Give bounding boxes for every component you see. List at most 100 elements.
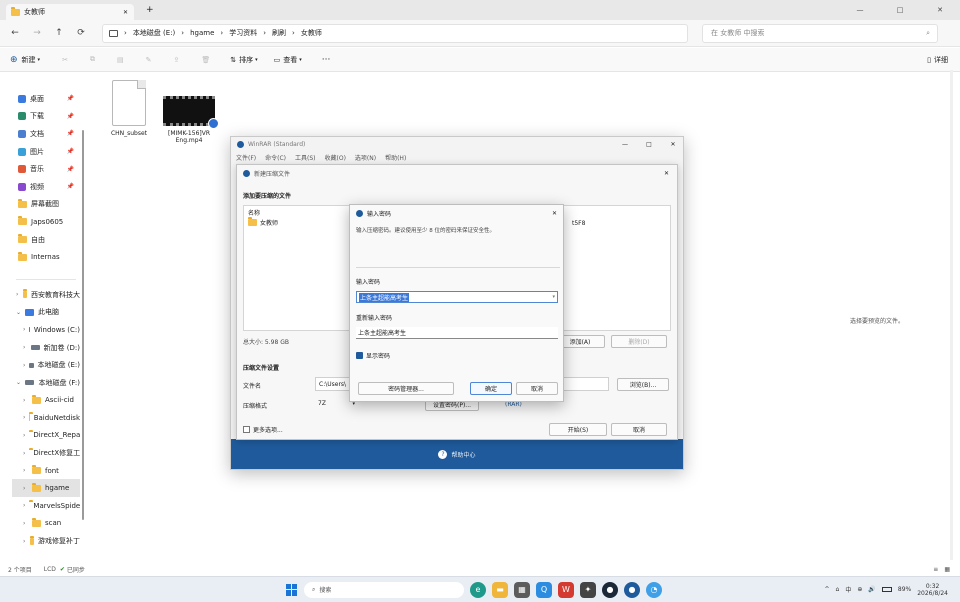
tab-active[interactable]: 女教师 ✕ bbox=[6, 4, 134, 20]
sidebar-item[interactable]: 桌面 📌 bbox=[12, 90, 80, 108]
sort-button[interactable]: 排序 bbox=[239, 55, 253, 65]
list-view-icon[interactable]: ≡ bbox=[933, 566, 938, 573]
pin-icon[interactable]: 📌 bbox=[67, 183, 74, 190]
tree-item[interactable]: › 西安教育科技大 bbox=[12, 286, 80, 304]
tree-item[interactable]: › DirectX_Repa bbox=[12, 427, 80, 445]
steam-icon[interactable]: ● bbox=[602, 581, 618, 598]
menu-command[interactable]: 命令(C) bbox=[265, 153, 286, 162]
expand-chevron-icon[interactable]: › bbox=[23, 414, 25, 421]
delete-icon[interactable]: 🗑 bbox=[201, 56, 210, 64]
copy-icon[interactable]: ⧉ bbox=[90, 55, 95, 64]
sidebar-item[interactable]: 屏幕截图 bbox=[12, 196, 80, 214]
tree-item[interactable]: › 本地磁盘 (E:) bbox=[12, 356, 80, 374]
cancel-button[interactable]: 取消 bbox=[611, 423, 667, 436]
breadcrumb-item[interactable]: hgame bbox=[190, 29, 214, 37]
edge-icon[interactable]: e bbox=[470, 581, 486, 598]
breadcrumb[interactable]: › 本地磁盘 (E:) › hgame › 学习资料 › 刷刷 › 女教师 bbox=[102, 23, 688, 43]
tree-item[interactable]: › Ascii-cid bbox=[12, 392, 80, 410]
tree-item[interactable]: › 新加卷 (D:) bbox=[12, 339, 80, 357]
minimize-button[interactable]: — bbox=[615, 141, 635, 148]
details-button[interactable]: 详细 bbox=[934, 55, 948, 65]
menu-file[interactable]: 文件(F) bbox=[236, 153, 256, 162]
search-box[interactable]: 在 女教师 中搜索 ⌕ bbox=[702, 23, 938, 43]
tree-item[interactable]: ⌄ 本地磁盘 (F:) bbox=[12, 374, 80, 392]
network-icon[interactable]: ⌂ bbox=[836, 586, 840, 593]
taskbar-search[interactable]: ⌕ 搜索 bbox=[304, 581, 464, 598]
pin-icon[interactable]: 📌 bbox=[67, 130, 74, 137]
forward-button[interactable]: → bbox=[26, 28, 48, 38]
tree-item[interactable]: › Windows (C:) bbox=[12, 321, 80, 339]
start-button[interactable] bbox=[286, 583, 298, 596]
extra-link[interactable]: (RAR) bbox=[505, 401, 522, 408]
reenter-password-input[interactable]: 上条主超能高考生 bbox=[356, 327, 558, 339]
tree-item[interactable]: › font bbox=[12, 462, 80, 480]
store-icon[interactable]: ▦ bbox=[514, 581, 530, 598]
cut-icon[interactable]: ✂ bbox=[62, 56, 68, 64]
maximize-button[interactable]: □ bbox=[880, 6, 920, 14]
file-item[interactable]: CHN_subset bbox=[104, 80, 154, 144]
sidebar-item[interactable]: 音乐 📌 bbox=[12, 160, 80, 178]
breadcrumb-item[interactable]: 学习资料 bbox=[229, 28, 257, 38]
delete-button[interactable]: 删除(D) bbox=[611, 335, 667, 348]
close-button[interactable]: ✕ bbox=[663, 141, 683, 148]
password-manager-button[interactable]: 密码管理器... bbox=[358, 382, 454, 395]
menu-options[interactable]: 选项(N) bbox=[355, 153, 376, 162]
password-input[interactable]: 上条主超能高考生 ▾ bbox=[356, 291, 558, 303]
sidebar-item[interactable]: Japs0605 bbox=[12, 213, 80, 231]
minimize-button[interactable]: — bbox=[840, 6, 880, 14]
expand-chevron-icon[interactable]: › bbox=[23, 502, 25, 509]
expand-chevron-icon[interactable]: › bbox=[23, 450, 25, 457]
browse-button[interactable]: 浏览(B)... bbox=[617, 378, 669, 391]
pin-icon[interactable]: 📌 bbox=[67, 113, 74, 120]
breadcrumb-item[interactable]: 女教师 bbox=[301, 28, 322, 38]
pin-icon[interactable]: 📌 bbox=[67, 148, 74, 155]
pin-icon[interactable]: 📌 bbox=[67, 95, 74, 102]
expand-chevron-icon[interactable]: › bbox=[23, 432, 25, 439]
sidebar-item[interactable]: 文档 📌 bbox=[12, 125, 80, 143]
view-button[interactable]: 查看 bbox=[283, 55, 297, 65]
tree-item[interactable]: › 游戏修复补丁 bbox=[12, 532, 80, 550]
close-button[interactable]: ✕ bbox=[552, 210, 557, 217]
sidebar-item[interactable]: 自由 bbox=[12, 231, 80, 249]
paste-icon[interactable]: ▤ bbox=[117, 56, 124, 64]
password-cancel-button[interactable]: 取消 bbox=[516, 382, 558, 395]
expand-chevron-icon[interactable]: › bbox=[23, 362, 25, 369]
up-button[interactable]: ↑ bbox=[48, 28, 70, 38]
tree-item[interactable]: › hgame bbox=[12, 479, 80, 498]
more-options-checkbox[interactable]: 更多选项... bbox=[243, 425, 283, 434]
sidebar-item[interactable]: 视频 📌 bbox=[12, 178, 80, 196]
ime-icon[interactable]: 中 bbox=[845, 585, 851, 594]
share-icon[interactable]: ⇪ bbox=[173, 56, 179, 64]
grid-view-icon[interactable]: ▦ bbox=[944, 566, 950, 573]
ok-button[interactable]: 确定 bbox=[470, 382, 512, 395]
rename-icon[interactable]: ✎ bbox=[146, 56, 152, 64]
back-button[interactable]: ← bbox=[4, 28, 26, 38]
help-center-link[interactable]: 帮助中心 bbox=[451, 450, 475, 459]
list-item[interactable]: 女教师 bbox=[248, 217, 278, 227]
menu-favorites[interactable]: 收藏(O) bbox=[325, 153, 346, 162]
tray-chevron-icon[interactable]: ^ bbox=[825, 586, 830, 593]
sidebar-item[interactable]: 图片 📌 bbox=[12, 143, 80, 161]
close-button[interactable]: ✕ bbox=[920, 6, 960, 14]
expand-chevron-icon[interactable]: ⌄ bbox=[16, 309, 21, 316]
tree-item[interactable]: › BaiduNetdisk bbox=[12, 409, 80, 427]
expand-chevron-icon[interactable]: ⌄ bbox=[16, 379, 21, 386]
breadcrumb-item[interactable]: 刷刷 bbox=[272, 28, 286, 38]
expand-chevron-icon[interactable]: › bbox=[23, 467, 28, 474]
tree-item[interactable]: › scan bbox=[12, 515, 80, 533]
file-item[interactable]: [MIMK-156]VR Eng.mp4 bbox=[160, 96, 219, 152]
expand-chevron-icon[interactable]: › bbox=[23, 397, 28, 404]
expand-chevron-icon[interactable]: › bbox=[23, 344, 27, 351]
close-button[interactable]: ✕ bbox=[664, 170, 669, 177]
volume-icon[interactable]: 🔊 bbox=[868, 586, 875, 593]
more-button[interactable]: ··· bbox=[322, 55, 331, 65]
expand-chevron-icon[interactable]: › bbox=[23, 538, 26, 545]
battery-icon[interactable] bbox=[881, 587, 892, 592]
clock[interactable]: 0:32 2026/8/24 bbox=[917, 583, 948, 597]
tree-item[interactable]: › MarvelsSpide bbox=[12, 497, 80, 515]
tree-item[interactable]: › DirectX修复工 bbox=[12, 444, 80, 462]
sidebar-item[interactable]: 下载 📌 bbox=[12, 108, 80, 126]
pin-icon[interactable]: 📌 bbox=[67, 166, 74, 173]
breadcrumb-item[interactable]: 本地磁盘 (E:) bbox=[133, 28, 175, 38]
language-icon[interactable]: ⊕ bbox=[857, 586, 862, 593]
